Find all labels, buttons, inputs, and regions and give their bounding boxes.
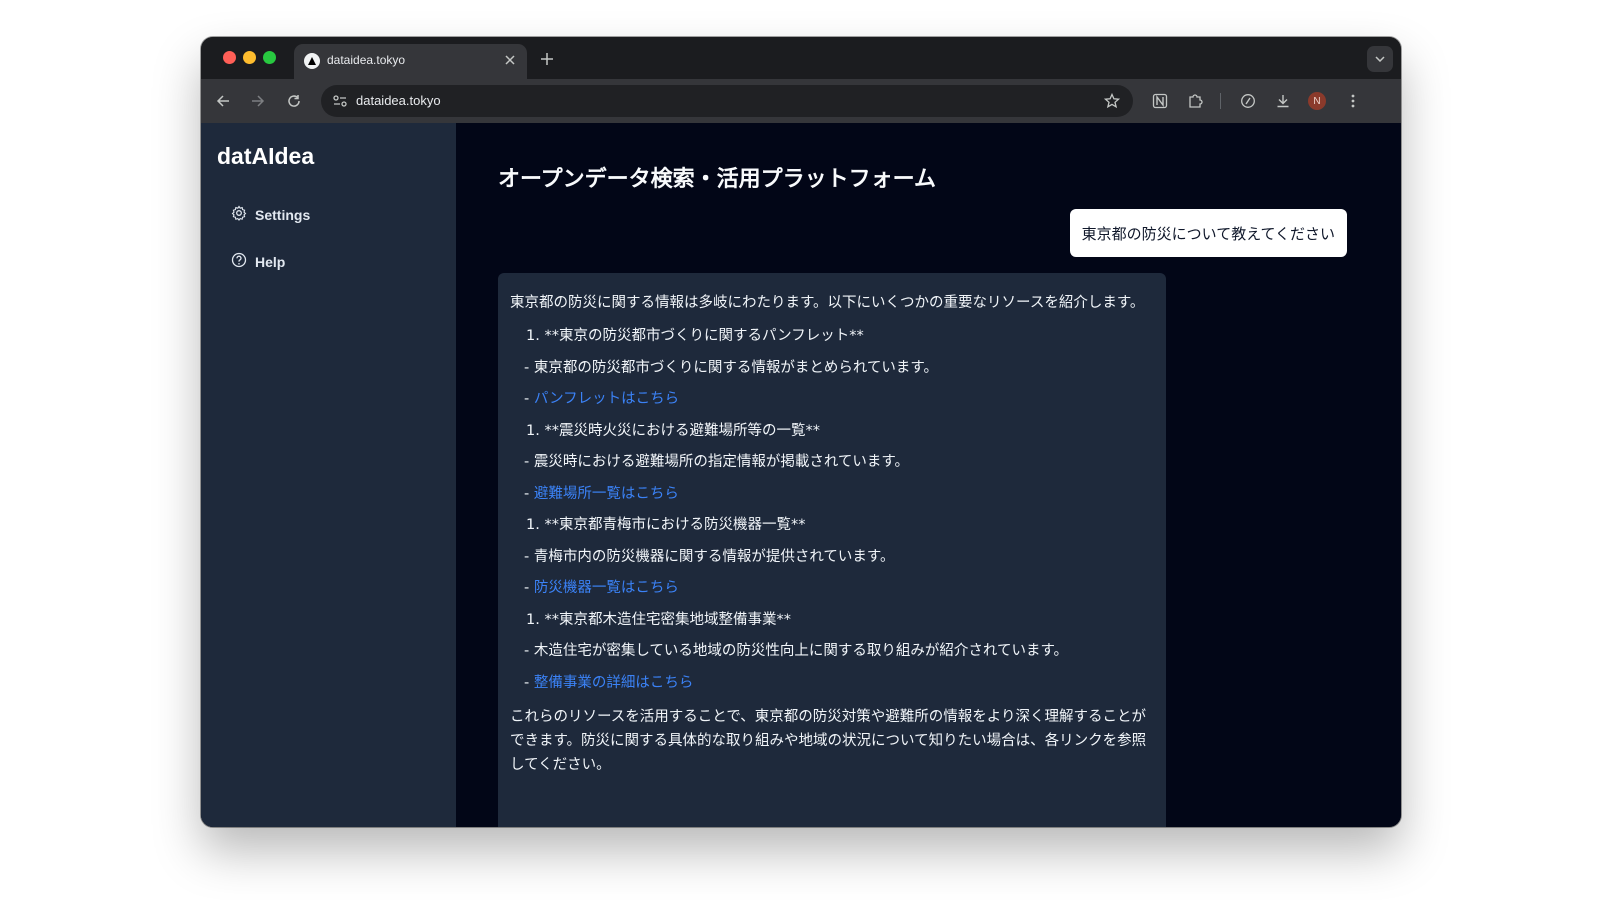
section-detail: - 震災時における避難場所の指定情報が掲載されています。 (524, 454, 909, 470)
section-link-line: - パンフレットはこちら (510, 384, 1154, 416)
address-bar[interactable]: dataidea.tokyo (321, 85, 1133, 117)
response-outro: これらのリソースを活用することで、東京都の防災対策や避難所の情報をより深く理解す… (510, 709, 1147, 773)
section-detail: - 東京都の防災都市づくりに関する情報がまとめられています。 (524, 359, 938, 376)
link-prefix: - (524, 485, 534, 502)
section-heading: 1. **東京の防災都市づくりに関するパンフレット** (526, 328, 864, 344)
address-text[interactable]: dataidea.tokyo (356, 93, 441, 108)
close-window-button[interactable] (223, 51, 236, 64)
link-prefix: - (524, 391, 534, 407)
extensions-puzzle-icon[interactable] (1185, 91, 1205, 111)
section-link-line: - 整備事業の詳細はこちら (510, 668, 1154, 700)
section-heading: 1. **震災時火災における避難場所等の一覧** (526, 422, 820, 439)
download-icon[interactable] (1273, 91, 1293, 111)
brand-logo[interactable]: datAIdea (217, 143, 314, 170)
reload-icon[interactable] (284, 91, 304, 111)
user-message-bubble: 東京都の防災について教えてください (1069, 209, 1347, 257)
equipment-list-link[interactable]: 防災機器一覧はこちら (534, 580, 679, 596)
help-circle-icon (231, 252, 247, 271)
sidebar-item-label: Help (255, 253, 286, 270)
kebab-menu-icon[interactable] (1343, 91, 1363, 111)
tab-strip: dataidea.tokyo (201, 37, 1401, 79)
sidebar: datAIdea Settings Help (201, 123, 456, 827)
site-favicon-icon (304, 53, 320, 69)
page-title: オープンデータ検索・活用プラットフォーム (498, 167, 937, 192)
evacuation-list-link[interactable]: 避難場所一覧はこちら (534, 486, 679, 502)
sidebar-item-label: Settings (255, 206, 311, 223)
site-info-icon[interactable] (331, 92, 349, 110)
toolbar-divider (1220, 93, 1221, 109)
section-heading: 1. **東京都木造住宅密集地域整備事業** (526, 611, 791, 628)
project-details-link[interactable]: 整備事業の詳細はこちら (534, 675, 694, 691)
tab-search-button[interactable] (1367, 46, 1393, 72)
main-content: オープンデータ検索・活用プラットフォーム 東京都の防災について教えてください 東… (456, 123, 1401, 827)
web-page: datAIdea Settings Help オープンデータ検索・活用プラットフ… (201, 123, 1401, 827)
browser-toolbar: dataidea.tokyo N (201, 79, 1401, 123)
sidebar-item-help[interactable]: Help (231, 252, 285, 271)
browser-window: dataidea.tokyo dataidea.tokyo N datAIdea… (201, 37, 1401, 827)
section-heading: 1. **東京都青梅市における防災機器一覧** (526, 517, 806, 533)
pamphlet-link[interactable]: パンフレットはこちら (534, 391, 679, 407)
forward-arrow-icon[interactable] (248, 91, 268, 111)
close-tab-icon[interactable] (501, 51, 519, 69)
performance-gauge-icon[interactable] (1238, 91, 1258, 111)
browser-tab[interactable]: dataidea.tokyo (294, 44, 527, 79)
profile-avatar[interactable]: N (1308, 92, 1326, 110)
maximize-window-button[interactable] (263, 51, 276, 64)
notion-extension-icon[interactable] (1150, 91, 1170, 111)
section-link-line: - 防災機器一覧はこちら (510, 573, 1154, 605)
assistant-message-bubble: 東京都の防災に関する情報は多岐にわたります。以下にいくつかの重要なリソースを紹介… (498, 273, 1166, 827)
gear-icon (231, 205, 247, 224)
tab-title: dataidea.tokyo (327, 53, 406, 67)
section-detail: - 木造住宅が密集している地域の防災性向上に関する取り組みが紹介されています。 (524, 643, 1069, 659)
section-link-line: - 避難場所一覧はこちら (510, 479, 1154, 511)
response-intro: 東京都の防災に関する情報は多岐にわたります。以下にいくつかの重要なリソースを紹介… (510, 295, 1145, 311)
back-arrow-icon[interactable] (213, 91, 233, 111)
new-tab-button[interactable] (537, 49, 557, 69)
sidebar-item-settings[interactable]: Settings (231, 205, 310, 224)
section-detail: - 青梅市内の防災機器に関する情報が提供されています。 (524, 548, 895, 565)
link-prefix: - (524, 580, 534, 596)
minimize-window-button[interactable] (243, 51, 256, 64)
bookmark-star-icon[interactable] (1103, 92, 1121, 110)
link-prefix: - (524, 674, 534, 691)
